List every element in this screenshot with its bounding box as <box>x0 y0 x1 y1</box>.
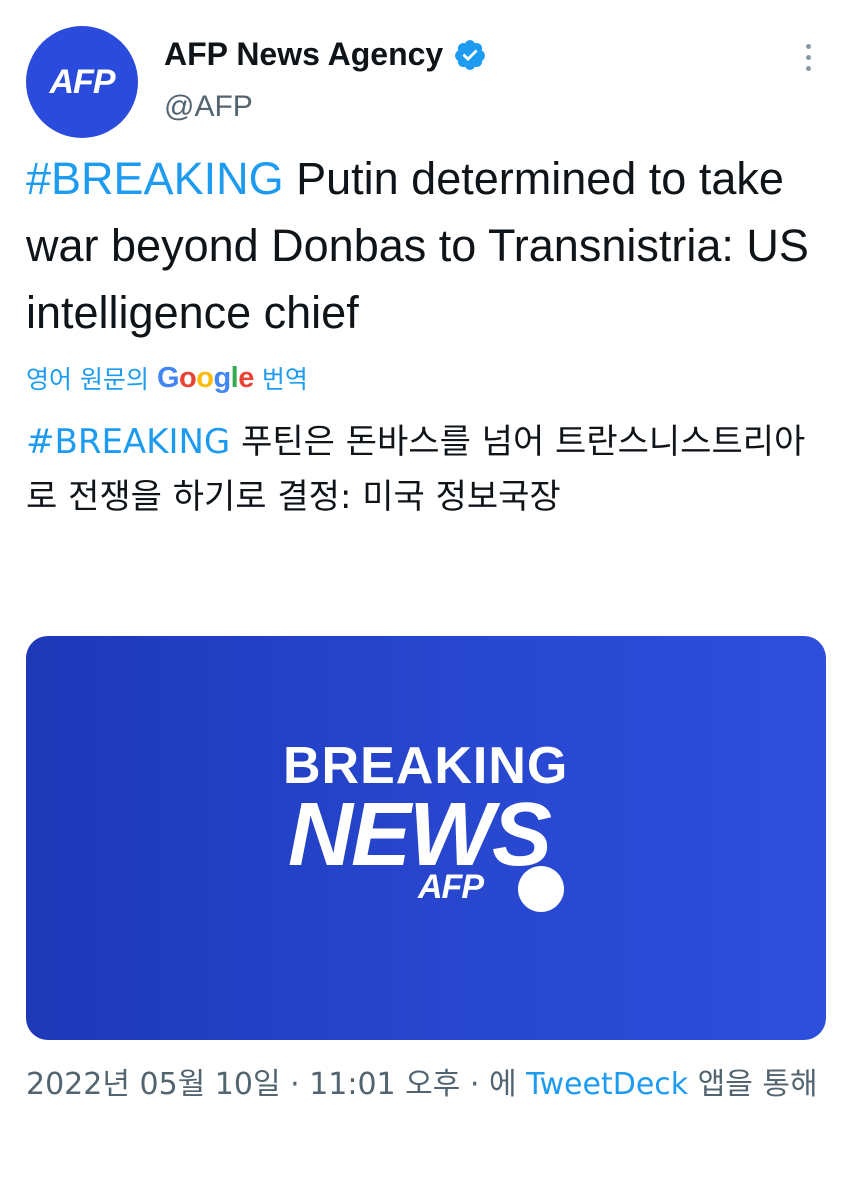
verified-badge-icon <box>455 39 486 70</box>
tweet-text: #BREAKING Putin determined to take war b… <box>26 145 826 346</box>
avatar-logo-text: AFP <box>49 62 116 101</box>
translated-hashtag-link[interactable]: #BREAKING <box>26 422 230 462</box>
source-suffix: 앱을 통해 <box>688 1067 818 1102</box>
avatar[interactable]: AFP <box>26 26 138 138</box>
translation-prefix: 영어 원문의 <box>26 365 149 394</box>
source-prefix: 에 <box>489 1067 527 1102</box>
translation-attribution[interactable]: 영어 원문의 Google 번역 <box>26 360 308 396</box>
author-name-row: AFP News Agency <box>164 36 487 73</box>
hashtag-link[interactable]: #BREAKING <box>26 153 284 204</box>
translated-text: #BREAKING 푸틴은 돈바스를 넘어 트란스니스트리아로 전쟁을 하기로 … <box>26 415 826 525</box>
source-app-link[interactable]: TweetDeck <box>526 1067 688 1102</box>
author-name[interactable]: AFP News Agency <box>164 36 443 73</box>
afp-dot-icon <box>518 866 564 912</box>
google-logo: Google <box>156 361 254 394</box>
separator: · <box>280 1067 310 1102</box>
breaking-news-graphic: BREAKING NEWS AFP <box>26 636 826 1040</box>
tweet-date[interactable]: 2022년 05월 10일 <box>26 1067 281 1102</box>
translation-suffix: 번역 <box>261 365 308 394</box>
tweet-time[interactable]: 11:01 오후 <box>309 1067 460 1102</box>
media-card[interactable]: BREAKING NEWS AFP <box>26 636 826 1040</box>
author-handle[interactable]: @AFP <box>164 90 253 124</box>
more-vertical-icon[interactable] <box>798 44 818 78</box>
separator: · <box>460 1067 489 1102</box>
tweet-metadata: 2022년 05월 10일 · 11:01 오후 · 에 TweetDeck 앱… <box>26 1060 836 1110</box>
card-line-afp: AFP <box>418 868 484 906</box>
